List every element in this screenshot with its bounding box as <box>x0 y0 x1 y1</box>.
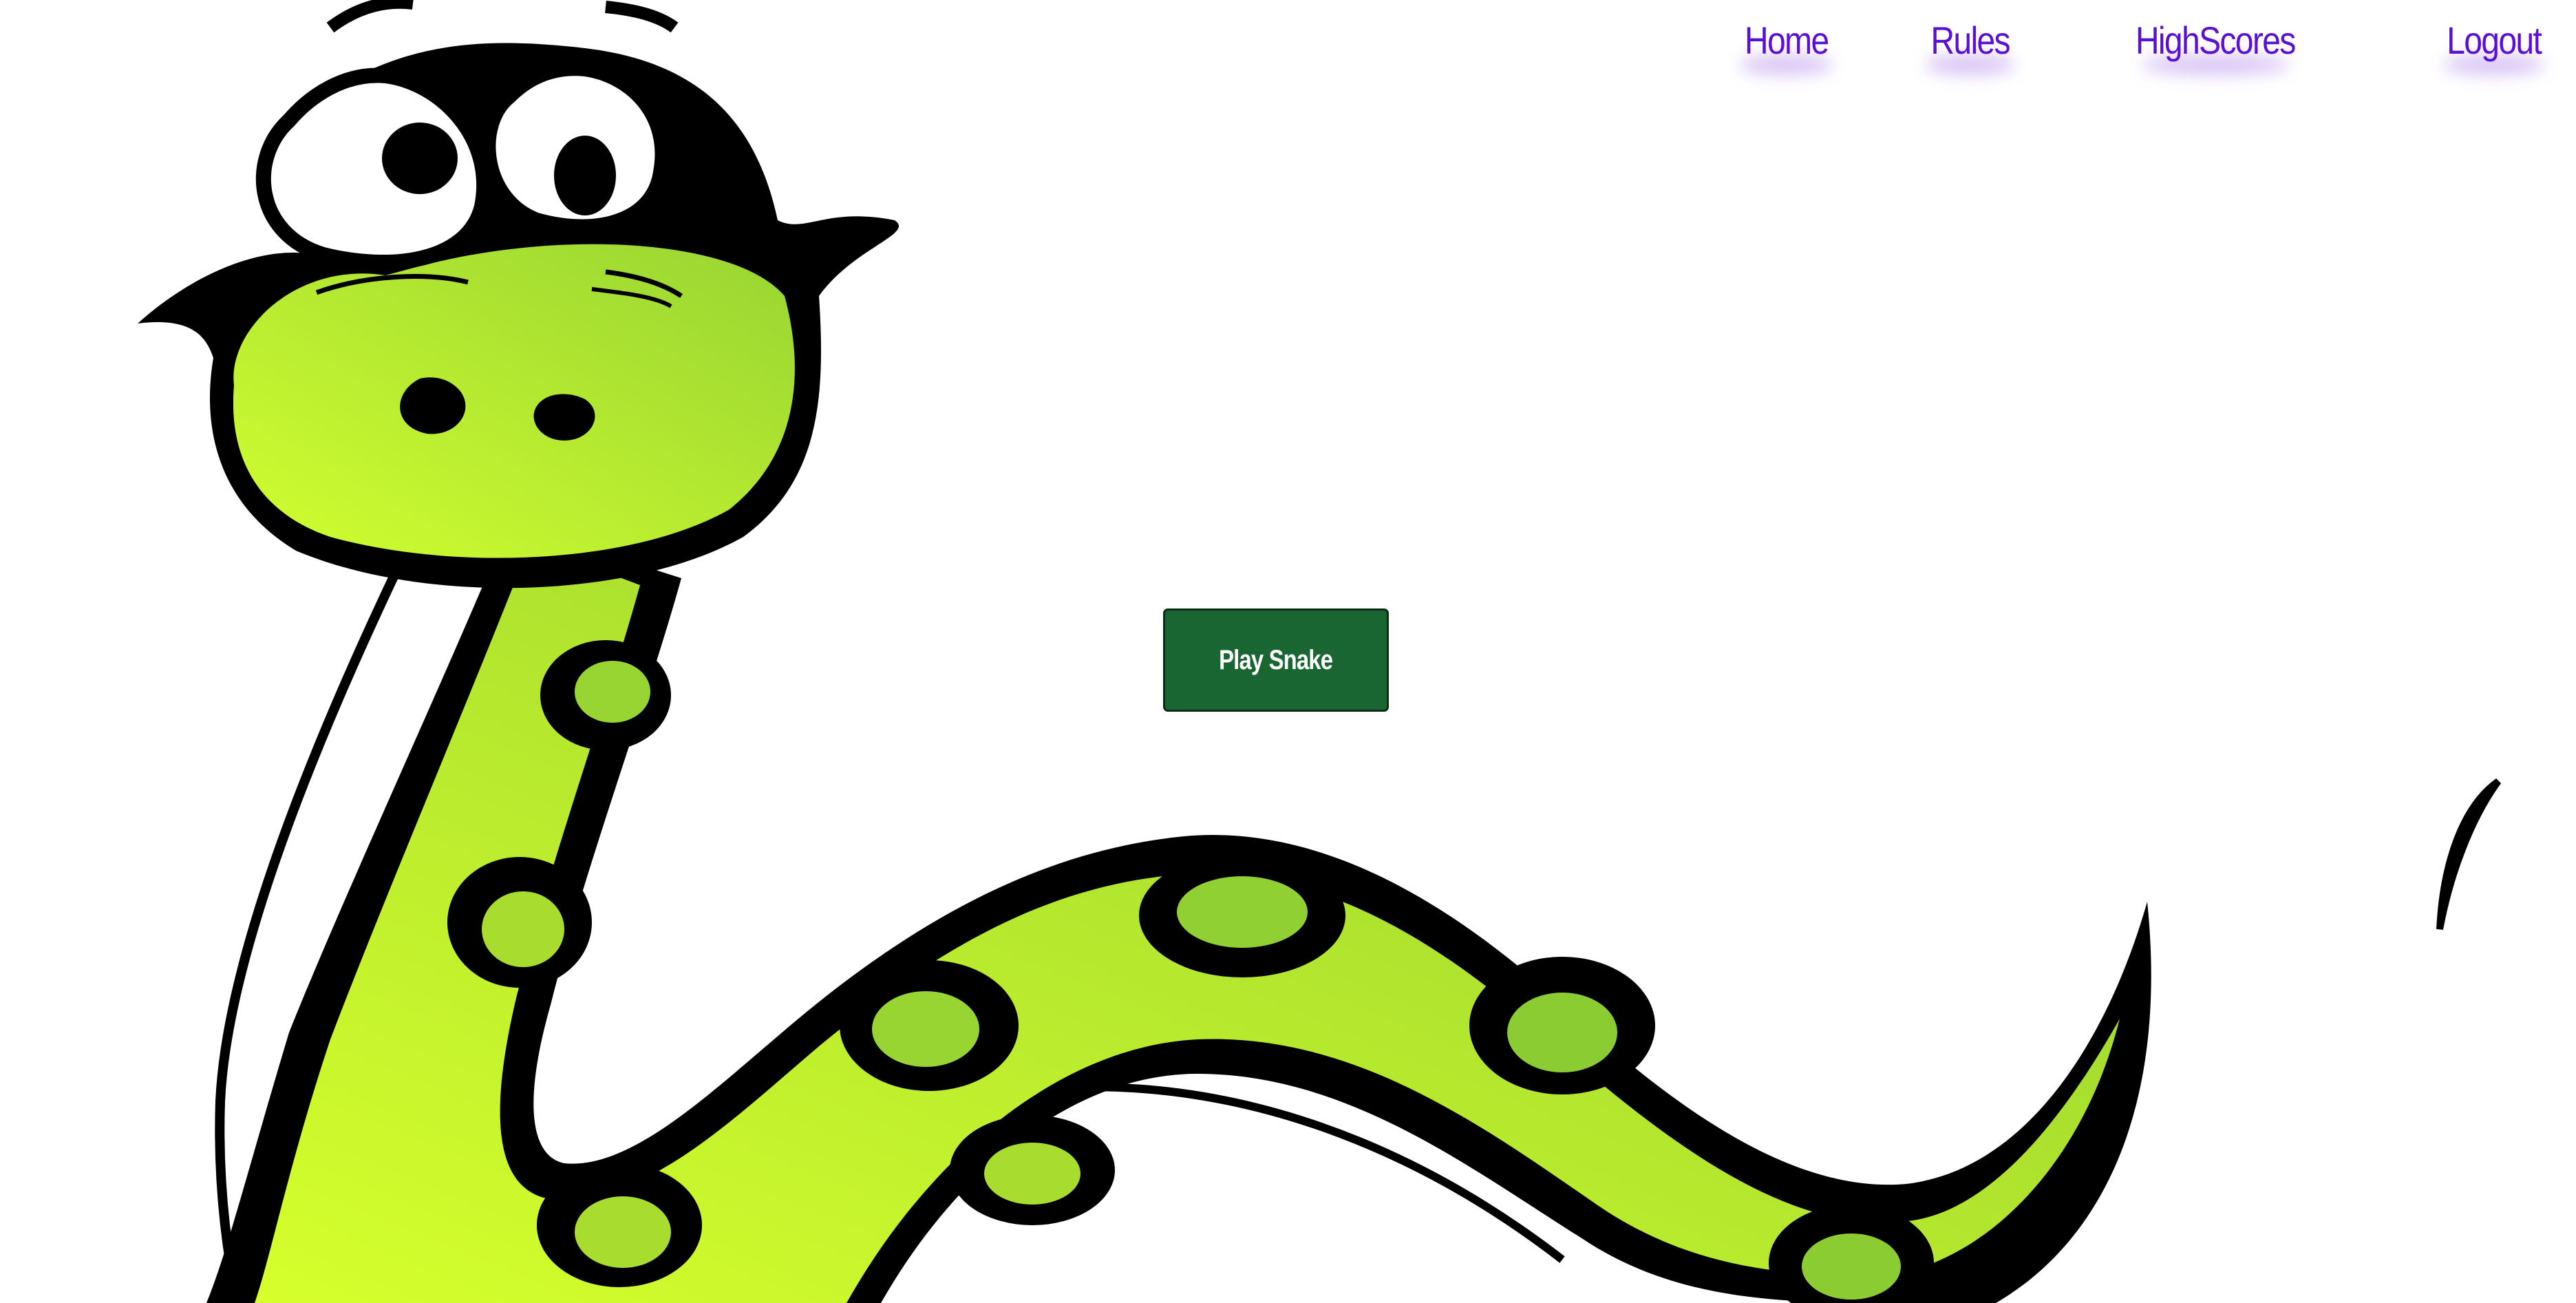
snake-eyes <box>255 0 679 271</box>
page: Home Rules HighScores Logout Play Snake <box>0 0 2576 1303</box>
top-nav: Home Rules HighScores Logout <box>1707 0 2576 76</box>
nav-home-link[interactable]: Home <box>1721 0 1851 74</box>
play-snake-label: Play Snake <box>1219 644 1333 675</box>
snake-tail-stroke <box>2436 778 2502 930</box>
nav-logout-link[interactable]: Logout <box>2423 0 2564 74</box>
nav-highscores-link[interactable]: HighScores <box>2112 0 2319 74</box>
nav-rules-link[interactable]: Rules <box>1907 0 2033 74</box>
play-snake-button[interactable]: Play Snake <box>1163 608 1389 712</box>
